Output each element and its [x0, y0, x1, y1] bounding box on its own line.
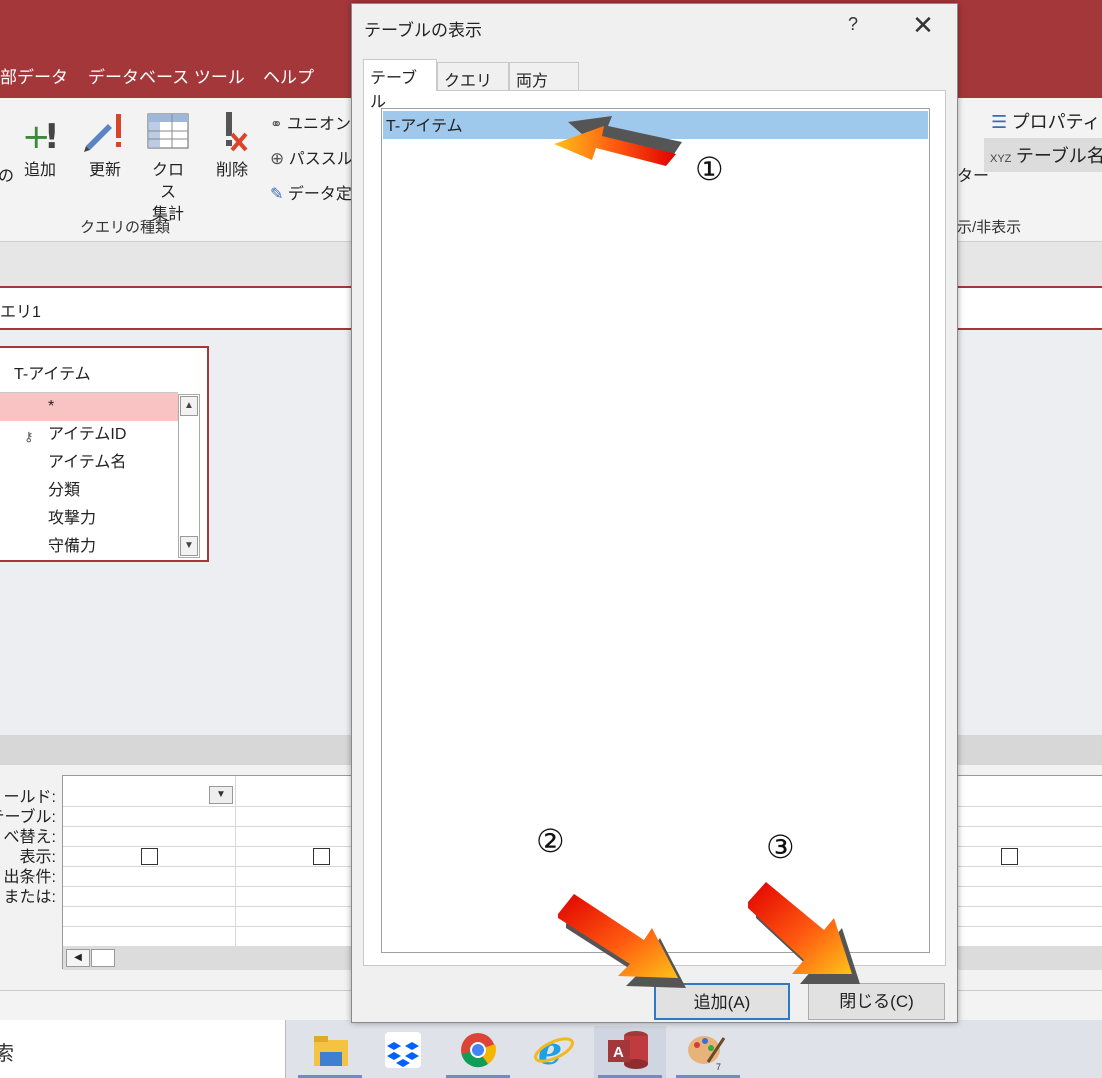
- show-checkbox[interactable]: [141, 848, 158, 865]
- update-icon: [82, 110, 128, 154]
- field-item[interactable]: *: [0, 393, 178, 421]
- ribbon-left-fragment: の: [0, 168, 15, 185]
- document-tab-query1[interactable]: エリ1: [0, 298, 41, 322]
- taskbar: 索 e A 7: [0, 1020, 1102, 1078]
- delete-icon: [212, 110, 252, 154]
- data-definition-icon: ✎: [270, 186, 284, 203]
- update-label: 更新: [88, 162, 121, 179]
- field-label: 攻撃力: [48, 510, 97, 527]
- dialog-title: テーブルの表示: [364, 21, 482, 40]
- access-icon[interactable]: A: [594, 1026, 666, 1078]
- show-checkbox[interactable]: [1001, 848, 1018, 865]
- file-explorer-icon[interactable]: [294, 1026, 366, 1078]
- query-type-group-label: クエリの種類: [80, 219, 171, 236]
- union-query-button[interactable]: ⚭ ユニオン: [270, 110, 351, 134]
- globe-icon: ⊕: [270, 149, 285, 168]
- table-list[interactable]: T-アイテム: [381, 108, 930, 953]
- append-icon: +!: [20, 110, 60, 157]
- tab-tables[interactable]: テーブル: [363, 59, 437, 111]
- scroll-down-icon[interactable]: ▼: [180, 536, 198, 556]
- add-button[interactable]: 追加(A): [654, 983, 790, 1020]
- internet-explorer-icon[interactable]: e: [516, 1026, 588, 1078]
- primary-key-icon: ⚷: [24, 429, 34, 444]
- tab-both[interactable]: 両方: [509, 62, 579, 90]
- crosstab-icon: [145, 110, 191, 154]
- data-definition-button[interactable]: ✎ データ定: [270, 180, 352, 204]
- close-icon[interactable]: ✕: [908, 10, 938, 40]
- chrome-icon[interactable]: [442, 1026, 514, 1078]
- table-field-list-title: T-アイテム: [14, 366, 91, 383]
- scroll-thumb[interactable]: [91, 949, 115, 967]
- union-label: ユニオン: [287, 116, 352, 133]
- svg-text:7: 7: [716, 1062, 721, 1072]
- svg-text:!: !: [44, 117, 60, 154]
- field-list-scrollbar[interactable]: ▲ ▼: [178, 394, 200, 558]
- append-query-button[interactable]: +! 追加: [20, 110, 60, 182]
- tab-queries[interactable]: クエリ: [437, 62, 509, 90]
- field-label: アイテム名: [48, 454, 127, 471]
- update-query-button[interactable]: 更新: [82, 110, 128, 182]
- scroll-left-icon[interactable]: ◀: [66, 949, 90, 967]
- show-checkbox[interactable]: [313, 848, 330, 865]
- taskbar-search-box[interactable]: 索: [0, 1020, 286, 1078]
- passthrough-label: パススル: [288, 151, 353, 168]
- search-placeholder: 索: [0, 1043, 14, 1065]
- table-names-button[interactable]: XYZ テーブル名: [984, 138, 1102, 172]
- union-icon: ⚭: [270, 116, 283, 133]
- annotation-arrow-1: [554, 116, 682, 166]
- passthrough-query-button[interactable]: ⊕ パススル: [270, 145, 353, 169]
- annotation-arrow-2: [558, 894, 686, 988]
- field-item[interactable]: ⚷ アイテムID: [0, 421, 178, 449]
- tab-external-data[interactable]: 部データ: [0, 63, 68, 88]
- show-hide-group-label: 示/非表示: [957, 219, 1022, 236]
- field-label: 分類: [48, 482, 81, 499]
- svg-text:A: A: [613, 1044, 624, 1061]
- annotation-marker-1: ①: [695, 150, 724, 188]
- append-label: 追加: [23, 162, 56, 179]
- annotation-marker-3: ③: [766, 828, 795, 866]
- field-label: 守備力: [48, 538, 97, 555]
- tab-database-tools[interactable]: データベース ツール: [88, 63, 245, 88]
- grid-label-or: または:: [3, 889, 56, 906]
- crosstab-query-button[interactable]: クロス 集計: [145, 110, 191, 226]
- tab-panel: T-アイテム: [363, 90, 946, 966]
- property-sheet-icon: ☰: [991, 112, 1008, 132]
- help-icon[interactable]: ?: [848, 14, 858, 35]
- field-item[interactable]: アイテム名: [0, 449, 178, 477]
- svg-text:e: e: [538, 1028, 562, 1073]
- field-label: *: [48, 398, 55, 415]
- dropbox-icon[interactable]: [368, 1026, 440, 1078]
- property-sheet-label: プロパティシ: [1011, 112, 1102, 132]
- delete-label: 削除: [215, 162, 248, 179]
- annotation-marker-2: ②: [536, 822, 565, 860]
- delete-query-button[interactable]: 削除: [212, 110, 252, 182]
- close-button[interactable]: 閉じる(C): [808, 983, 945, 1020]
- table-names-label: テーブル名: [1015, 146, 1102, 166]
- scroll-up-icon[interactable]: ▲: [180, 396, 198, 416]
- field-item[interactable]: 分類: [0, 477, 178, 505]
- field-item[interactable]: 守備力: [0, 533, 178, 561]
- paint-icon[interactable]: 7: [672, 1026, 744, 1078]
- field-label: アイテムID: [48, 426, 127, 443]
- field-item[interactable]: 攻撃力: [0, 505, 178, 533]
- table-names-icon: XYZ: [990, 153, 1012, 165]
- data-definition-label: データ定: [287, 186, 352, 203]
- field-list: * ⚷ アイテムID アイテム名 分類 攻撃力 守備力: [0, 392, 178, 561]
- field-dropdown-icon[interactable]: ▼: [209, 786, 233, 804]
- annotation-arrow-3: [748, 882, 860, 984]
- property-sheet-button[interactable]: ☰ プロパティシ: [991, 108, 1102, 134]
- tab-help[interactable]: ヘルプ: [263, 63, 314, 88]
- table-field-list[interactable]: T-アイテム * ⚷ アイテムID アイテム名 分類 攻撃力 守備力 ▲ ▼: [0, 346, 209, 562]
- crosstab-label-line1: クロス: [151, 162, 184, 201]
